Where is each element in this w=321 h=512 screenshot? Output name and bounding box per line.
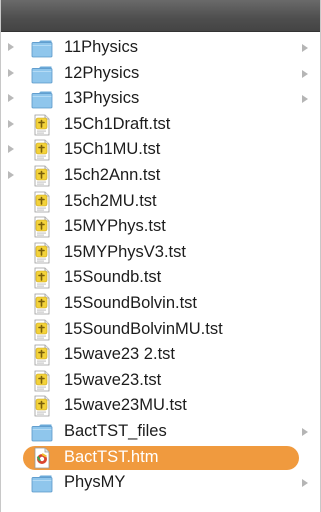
tst-document-icon [31,242,53,264]
column-arrow-icon [302,69,308,78]
disclosure-triangle-icon[interactable] [8,68,14,77]
file-row[interactable]: 15MYPhysV3.tst [1,240,320,266]
file-row[interactable]: 15SoundBolvin.tst [1,291,320,317]
column-arrow-icon [302,44,308,52]
tst-document-icon [31,370,53,392]
tst-document-icon [31,267,53,289]
file-name-label: PhysMY [64,473,126,492]
tst-document-icon [31,114,53,136]
file-name-label: 15SoundBolvinMU.tst [64,319,223,338]
file-name-label: 15ch2Ann.tst [64,165,161,184]
tst-document-icon [31,139,53,161]
tst-document-icon [31,395,53,417]
file-name-label: 11Physics [64,38,138,56]
file-row[interactable]: 15Ch1MU.tst [1,137,320,163]
file-name-label: 12Physics [64,63,140,82]
folder-row[interactable]: BactTST_files [1,419,320,445]
html-document-icon [31,447,53,469]
disclosure-triangle-icon[interactable] [8,43,14,51]
tst-document-icon [31,319,53,341]
tst-document-icon [31,165,53,187]
file-row[interactable]: 15MYPhys.tst [1,214,320,240]
tst-document-icon [31,191,53,213]
file-name-label: 15MYPhys.tst [64,217,166,236]
folder-icon [31,472,53,494]
file-row[interactable]: 15wave23MU.tst [1,393,320,419]
file-row[interactable]: 15wave23.tst [1,368,320,394]
file-row[interactable]: 15wave23 2.tst [1,342,320,368]
disclosure-triangle-icon[interactable] [8,119,14,128]
disclosure-triangle-icon[interactable] [8,94,14,103]
file-row[interactable]: BactTST.htm [1,445,320,471]
file-name-label: 15Ch1MU.tst [64,140,161,159]
file-name-label: 15ch2MU.tst [64,191,157,210]
column-arrow-icon [302,427,308,436]
folder-icon [31,88,53,110]
file-list: 11Physics 12Physics 13Physics 15Ch1Draft.ts… [1,35,320,496]
file-row[interactable]: 15SoundBolvinMU.tst [1,317,320,343]
file-name-label: 15wave23.tst [64,370,162,389]
folder-icon [31,63,53,85]
window-titlebar[interactable] [1,0,320,32]
disclosure-triangle-icon[interactable] [8,170,14,179]
file-name-label: 15Soundb.tst [64,268,162,287]
file-name-label: 15MYPhysV3.tst [64,242,186,261]
column-arrow-icon [302,95,308,104]
folder-row[interactable]: 12Physics [1,61,320,87]
file-row[interactable]: 15Soundb.tst [1,265,320,291]
file-name-label: BactTST.htm [64,447,159,466]
folder-row[interactable]: PhysMY [1,470,320,496]
folder-icon [31,37,53,59]
column-arrow-icon [302,479,308,488]
file-row[interactable]: 15ch2Ann.tst [1,163,320,189]
file-name-label: 13Physics [64,89,140,108]
file-name-label: 15Ch1Draft.tst [64,114,171,133]
disclosure-triangle-icon[interactable] [8,145,14,154]
tst-document-icon [31,293,53,315]
file-name-label: 15wave23MU.tst [64,396,187,415]
folder-row[interactable]: 13Physics [1,86,320,112]
file-name-label: 15SoundBolvin.tst [64,293,198,312]
finder-column-window: 11Physics 12Physics 13Physics 15Ch1Draft.ts… [0,0,321,512]
tst-document-icon [31,216,53,238]
folder-row[interactable]: 11Physics [1,35,320,61]
file-name-label: BactTST_files [64,421,167,440]
file-row[interactable]: 15Ch1Draft.tst [1,112,320,138]
folder-icon [31,421,53,443]
tst-document-icon [31,344,53,366]
file-row[interactable]: 15ch2MU.tst [1,189,320,215]
file-name-label: 15wave23 2.tst [64,345,175,364]
